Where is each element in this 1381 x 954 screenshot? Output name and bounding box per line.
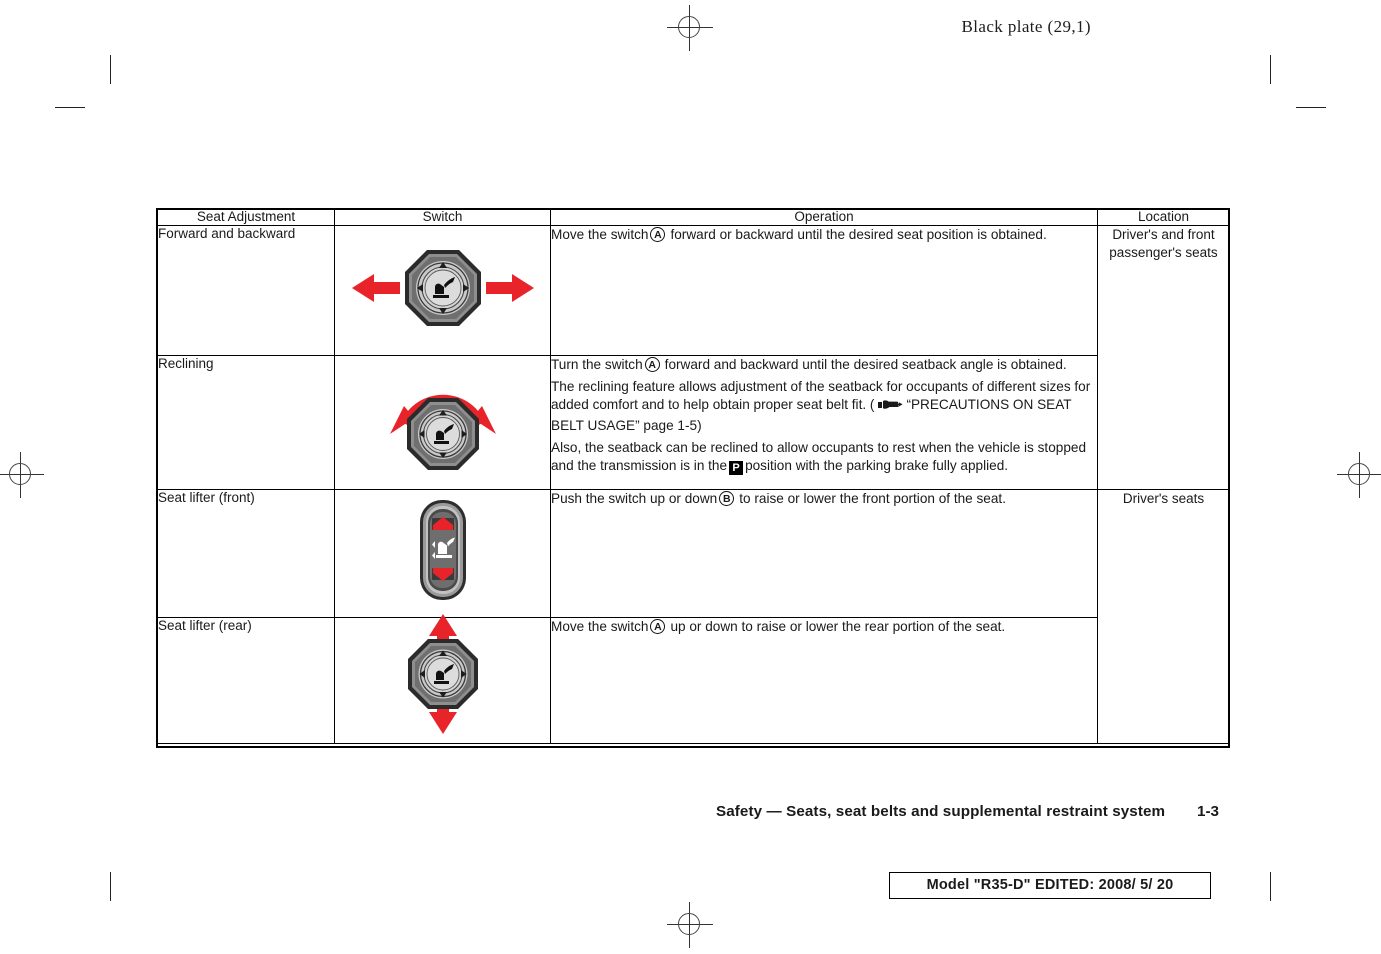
- footer-page-number: 1-3: [1197, 803, 1219, 820]
- crop-mark-bottom-left-vertical: [110, 872, 112, 901]
- cell-switch-forward-backward: [334, 224, 551, 356]
- switch-badge-a: A: [650, 618, 666, 634]
- cell-switch-seat-lifter-front: [334, 488, 551, 618]
- column-header-switch: Switch: [334, 209, 551, 226]
- rocker-knob-switch-horizontal-icon: [351, 249, 534, 326]
- crop-mark-top-left-horizontal: [55, 107, 85, 109]
- cell-adjustment-reclining: Reclining: [157, 354, 335, 490]
- table-header-row: Seat Adjustment Switch Operation Locatio…: [157, 209, 1230, 226]
- footer-section-title: Safety — Seats, seat belts and supplemen…: [716, 803, 1166, 820]
- table-row: Seat lifter (front) Push the switch up o…: [157, 488, 1230, 744]
- switch-badge-a: A: [650, 226, 666, 242]
- registration-mark-top: [667, 5, 713, 51]
- rocker-knob-switch-vertical-icon: [407, 613, 478, 734]
- cell-adjustment-seat-lifter-rear: Seat lifter (rear): [157, 616, 335, 744]
- table-row: Seat lifter (rear) Move the switch A up …: [157, 613, 1230, 744]
- operation-text-pre: Push the switch up or down: [551, 490, 718, 506]
- rocker-knob-switch-rotary-icon: [389, 394, 496, 470]
- table-row: Forward and backward Move the switch A f…: [157, 224, 1230, 490]
- crop-mark-top-left-vertical: [110, 55, 112, 84]
- operation-text-post: position with the parking brake fully ap…: [745, 457, 1009, 473]
- operation-text-pre: Move the switch: [551, 618, 649, 634]
- switch-badge-a: A: [644, 356, 660, 372]
- registration-mark-right: [1337, 452, 1381, 498]
- cell-operation-seat-lifter-rear: Move the switch Aup or down to raise or l…: [550, 616, 1098, 744]
- cell-location-driver-seats: Driver's seats: [1097, 488, 1230, 744]
- operation-paragraph-1: Turn the switch Aforward and backward unt…: [551, 356, 1097, 374]
- crop-mark-top-right-horizontal: [1296, 107, 1326, 109]
- black-plate-note: Black plate (29,1): [961, 17, 1091, 36]
- operation-text-post: up or down to raise or lower the rear po…: [670, 618, 1006, 634]
- operation-text-pre: Turn the switch: [551, 356, 643, 372]
- registration-mark-bottom: [667, 902, 713, 948]
- cell-adjustment-forward-backward: Forward and backward: [157, 224, 335, 356]
- vertical-rocker-switch-icon: [419, 499, 466, 600]
- cell-operation-forward-backward: Move the switch Aforward or backward unti…: [550, 224, 1098, 356]
- operation-paragraph-3: Also, the seatback can be reclined to al…: [551, 439, 1097, 475]
- operation-paragraph-2: The reclining feature allows adjustment …: [551, 378, 1097, 435]
- operation-text-post: forward or backward until the desired se…: [670, 226, 1047, 242]
- cell-switch-seat-lifter-rear: [334, 613, 551, 744]
- table-row: Reclining Turn the switch A forward and …: [157, 354, 1230, 490]
- operation-text-post: forward and backward until the desired s…: [664, 356, 1067, 372]
- switch-badge-b: B: [719, 490, 735, 506]
- cell-operation-reclining: Turn the switch Aforward and backward unt…: [550, 354, 1098, 490]
- operation-text-pre: Move the switch: [551, 226, 649, 242]
- pointing-hand-icon: [877, 398, 904, 417]
- seat-adjustment-table: Seat Adjustment Switch Operation Locatio…: [157, 209, 1230, 744]
- column-header-seat-adjustment: Seat Adjustment: [157, 209, 335, 226]
- cell-adjustment-seat-lifter-front: Seat lifter (front): [157, 488, 335, 618]
- crop-mark-top-right-vertical: [1270, 55, 1272, 84]
- column-header-operation: Operation: [550, 209, 1098, 226]
- cell-switch-reclining: [334, 354, 551, 490]
- park-position-badge: P: [729, 460, 744, 475]
- cell-location-front-seats: Driver's and front passenger's seats: [1097, 224, 1230, 490]
- crop-mark-bottom-right-vertical: [1270, 872, 1272, 901]
- column-header-location: Location: [1097, 209, 1230, 226]
- registration-mark-left: [0, 452, 44, 498]
- model-edition-stamp: Model "R35-D" EDITED: 2008/ 5/ 20: [889, 872, 1211, 899]
- cell-operation-seat-lifter-front: Push the switch up or down Bto raise or l…: [550, 488, 1098, 618]
- operation-text-post: to raise or lower the front portion of t…: [739, 490, 1006, 506]
